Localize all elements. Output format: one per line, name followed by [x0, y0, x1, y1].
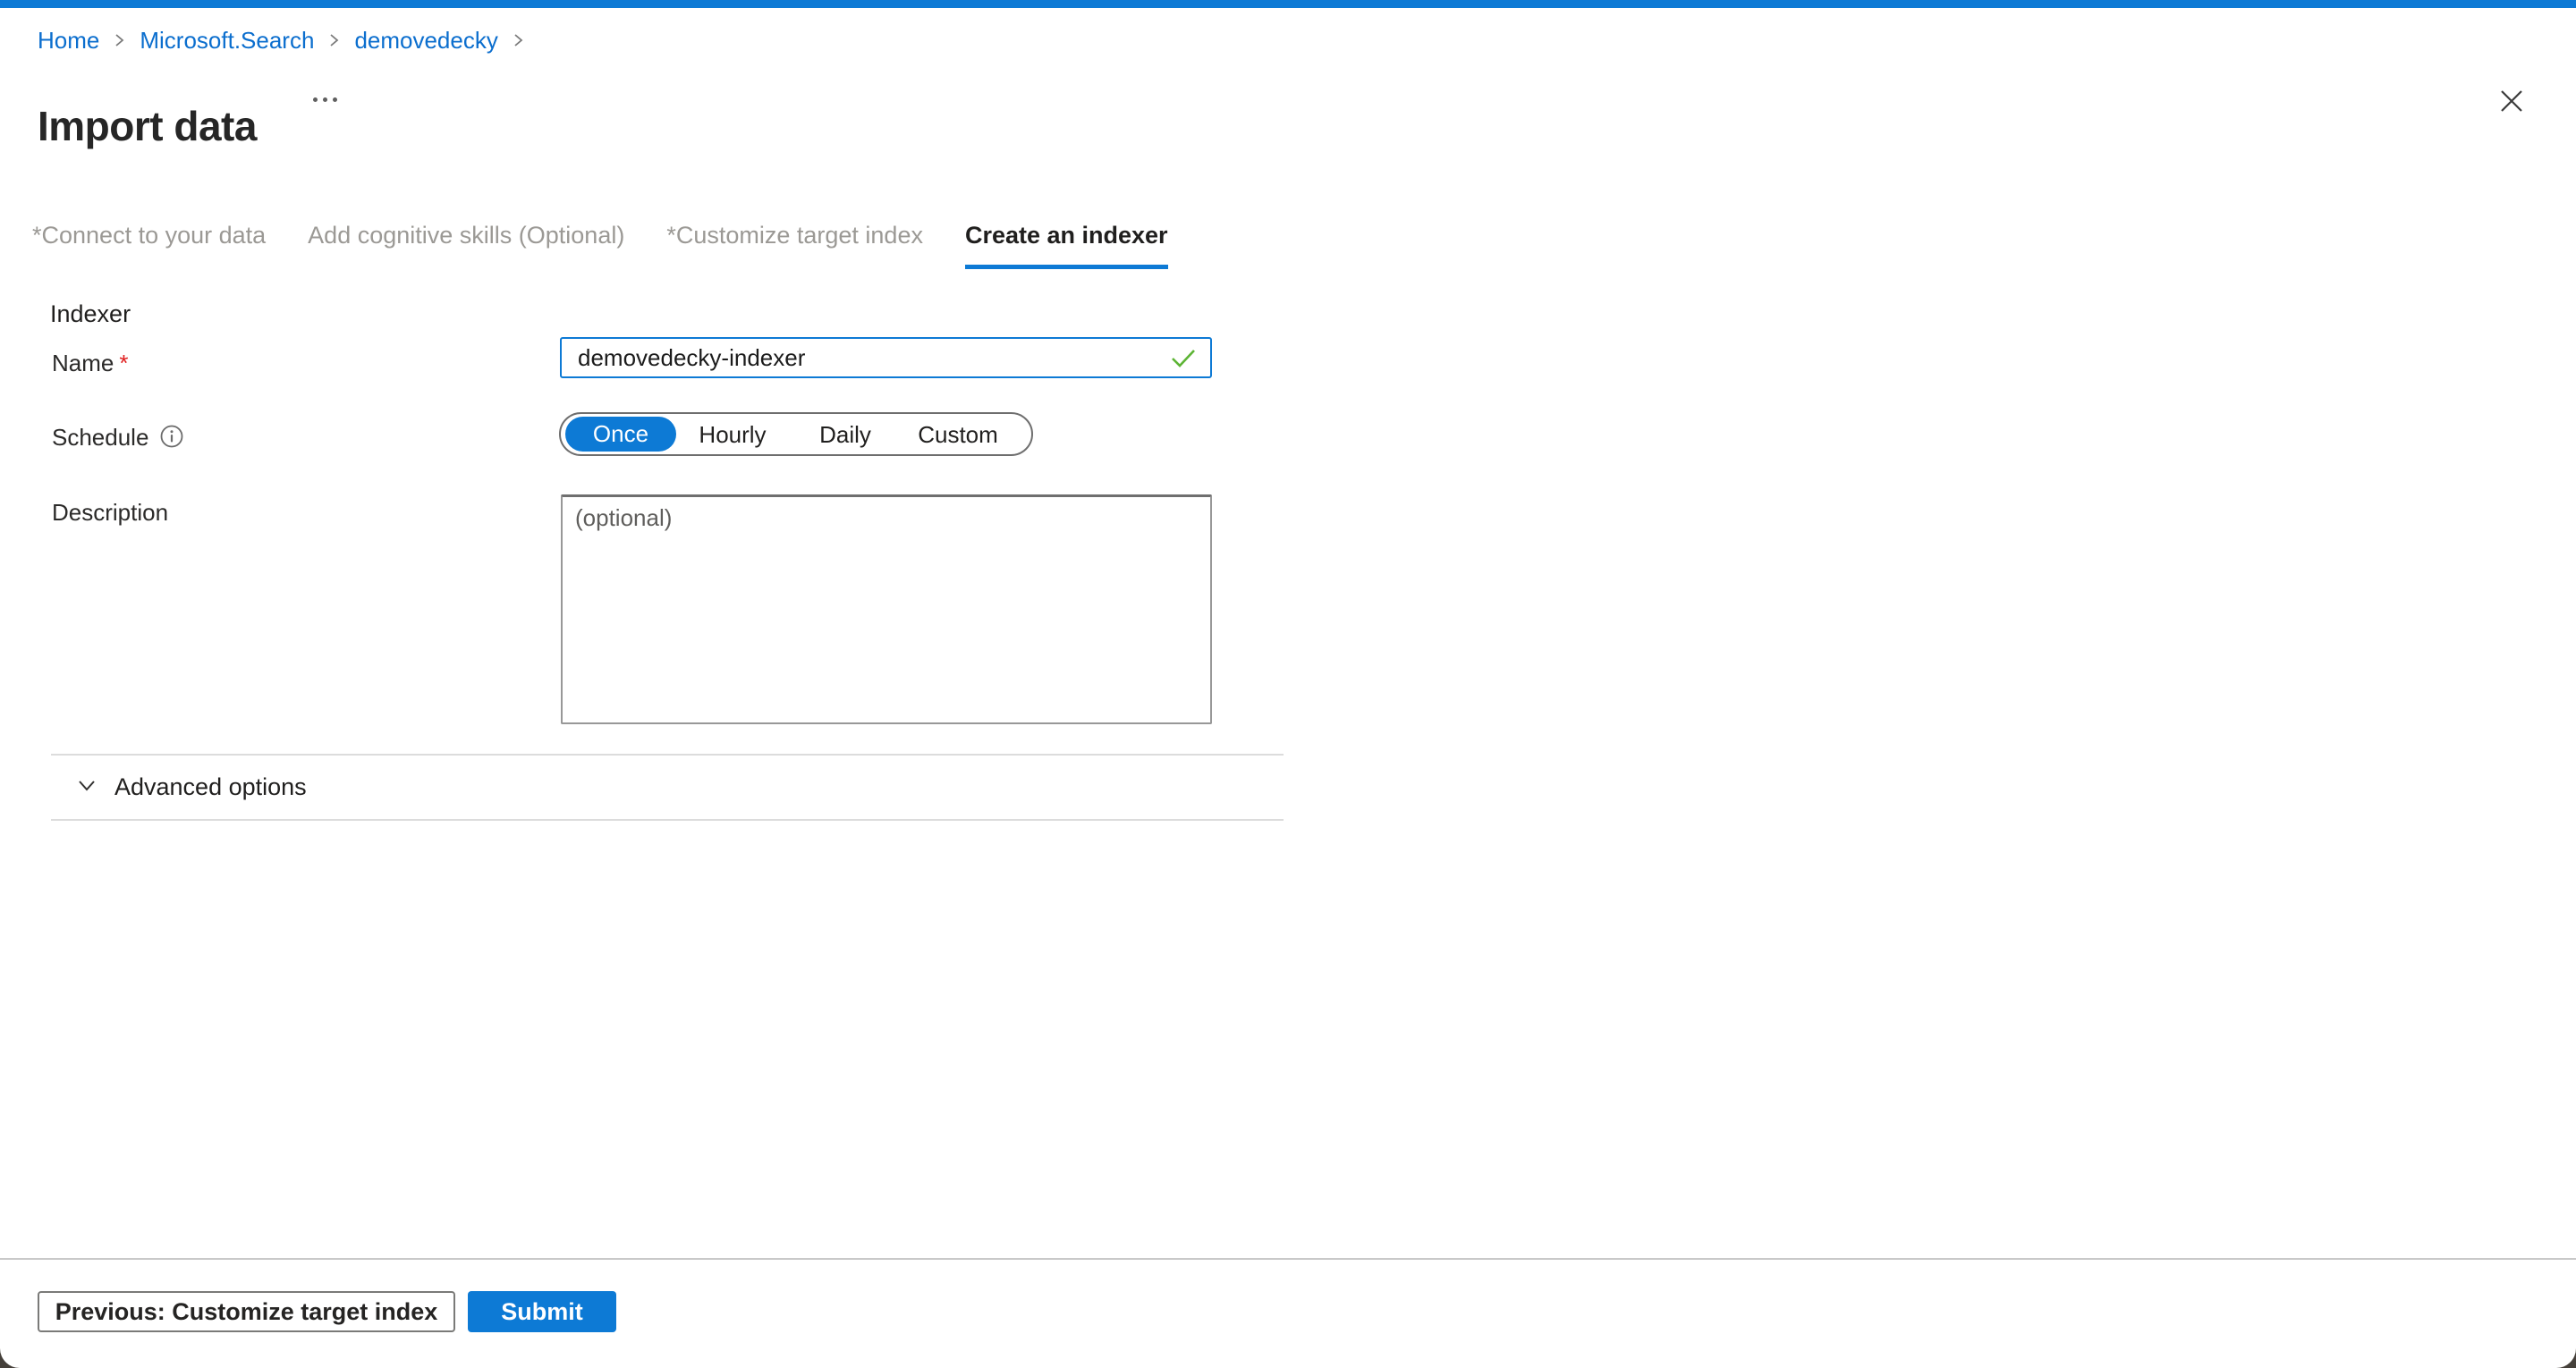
submit-button[interactable]: Submit	[468, 1291, 616, 1332]
tab-create-an-indexer[interactable]: Create an indexer	[965, 219, 1168, 269]
chevron-right-icon	[328, 31, 340, 49]
close-icon[interactable]	[2497, 87, 2526, 115]
advanced-options-label: Advanced options	[114, 771, 307, 803]
schedule-label: Schedule	[52, 422, 148, 452]
schedule-option-custom[interactable]: Custom	[902, 420, 1014, 449]
previous-step-button[interactable]: Previous: Customize target index	[38, 1291, 455, 1332]
wizard-tabs: *Connect to your data Add cognitive skil…	[32, 219, 1210, 269]
footer-divider	[0, 1258, 2576, 1260]
description-label: Description	[52, 497, 168, 528]
breadcrumb-home[interactable]: Home	[38, 25, 99, 55]
more-options-icon[interactable]	[313, 95, 337, 104]
page-title: Import data	[38, 101, 257, 151]
chevron-right-icon	[513, 31, 524, 49]
breadcrumb-microsoft-search[interactable]: Microsoft.Search	[140, 25, 314, 55]
tab-customize-target-index[interactable]: *Customize target index	[666, 219, 923, 269]
schedule-segmented-control: Once Hourly Daily Custom	[559, 412, 1033, 456]
info-icon[interactable]	[159, 424, 184, 453]
description-textarea[interactable]	[561, 494, 1212, 724]
name-label: Name*	[52, 348, 128, 378]
divider	[51, 754, 1284, 756]
required-asterisk: *	[119, 350, 128, 376]
chevron-right-icon	[114, 31, 125, 49]
schedule-option-hourly[interactable]: Hourly	[676, 420, 789, 449]
indexer-section-title: Indexer	[50, 299, 131, 329]
valid-check-icon	[1170, 347, 1197, 375]
advanced-options-toggle[interactable]: Advanced options	[75, 769, 307, 805]
schedule-option-daily[interactable]: Daily	[789, 420, 902, 449]
breadcrumb: Home Microsoft.Search demovedecky	[38, 25, 524, 55]
top-accent-bar	[0, 0, 2576, 8]
tab-connect-to-your-data[interactable]: *Connect to your data	[32, 219, 266, 269]
import-data-blade: Home Microsoft.Search demovedecky Import…	[0, 0, 2576, 1368]
divider	[51, 819, 1284, 821]
breadcrumb-demovedecky[interactable]: demovedecky	[354, 25, 497, 55]
indexer-name-input[interactable]	[560, 337, 1212, 378]
schedule-option-once[interactable]: Once	[565, 417, 676, 452]
chevron-down-icon	[75, 773, 98, 801]
tab-add-cognitive-skills[interactable]: Add cognitive skills (Optional)	[308, 219, 624, 269]
